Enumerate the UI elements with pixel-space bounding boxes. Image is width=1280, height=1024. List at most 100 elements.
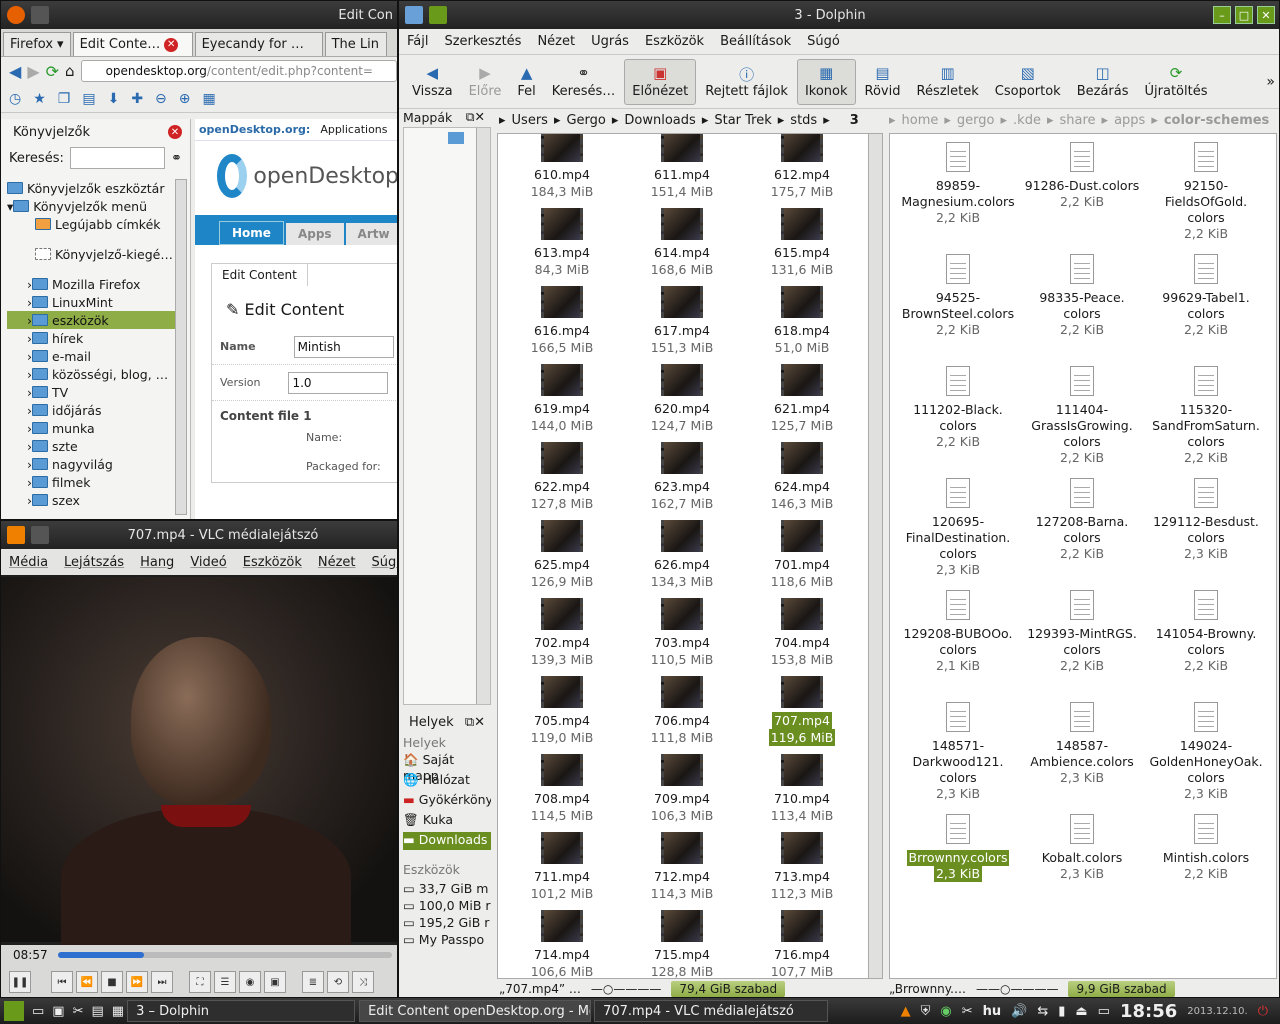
zoom-slider[interactable]: —○———— [591,982,661,996]
tree-item[interactable]: › e-mail [7,347,175,365]
nav-artwork[interactable]: Artw [345,223,397,245]
groups-button[interactable]: ▧ Csoportok [988,59,1068,105]
color-scheme-file-item[interactable]: 111404- GrassIsGrowing. colors 2,2 KiB [1020,366,1144,478]
video-file-item[interactable]: 704.mp4 153,8 MiB [742,598,862,676]
left-file-view[interactable]: 610.mp4 184,3 MiB 611.mp4 151,4 MiB 612.mp4 1… [497,133,883,979]
color-scheme-file-item[interactable]: Mintish.colors 2,2 KiB [1144,814,1268,926]
next-icon[interactable]: ⏭ [151,971,173,993]
video-file-item[interactable]: 702.mp4 139,3 MiB [502,598,622,676]
tools-icon[interactable]: ✂ [73,1004,84,1019]
menu-settings[interactable]: Beállítások [712,34,799,49]
tree-item[interactable]: › LinuxMint [7,293,175,311]
tab-the-lin[interactable]: The Lin [324,32,387,56]
device-item[interactable]: ▭ 33,7 GiB m [403,881,491,896]
tree-item-selected[interactable]: › eszközök [7,311,175,329]
color-scheme-file-item[interactable]: 149024- GoldenHoneyOak. colors 2,3 KiB [1144,702,1268,814]
video-file-item[interactable]: 617.mp4 151,3 MiB [622,286,742,364]
color-scheme-file-item[interactable]: 115320- SandFromSaturn. colors 2,2 KiB [1144,366,1268,478]
tree-item[interactable]: › szte [7,437,175,455]
update-icon[interactable]: ◉ [940,1004,951,1019]
color-scheme-file-item[interactable]: Brrownny.colors 2,3 KiB [896,814,1020,926]
video-file-item[interactable]: 624.mp4 146,3 MiB [742,442,862,520]
clock-time[interactable]: 18:56 [1120,1001,1177,1022]
video-file-item[interactable]: 707.mp4 119,6 MiB [742,676,862,754]
binoculars-icon[interactable]: ⚭ [171,151,182,166]
video-file-item[interactable]: 709.mp4 106,3 MiB [622,754,742,832]
zoom-out-icon[interactable]: ⊖ [155,91,167,107]
grid-icon[interactable]: ▦ [203,91,216,107]
menu-audio[interactable]: Hang [132,555,182,570]
device-item[interactable]: ▭ My Passpo [403,932,491,947]
calculator-icon[interactable]: ▦ [112,1004,124,1019]
video-file-item[interactable]: 626.mp4 134,3 MiB [622,520,742,598]
color-scheme-file-item[interactable]: 89859- Magnesium.colors 2,2 KiB [896,142,1020,254]
battery-icon[interactable]: ▮ [1058,1004,1065,1019]
crumb[interactable]: .kde [1013,113,1041,128]
panel-float-icon[interactable]: ⧉✕ [465,715,485,730]
place-root[interactable]: ▬ Gyökérköny [403,792,491,810]
task-vlc[interactable]: 707.mp4 - VLC médialejátszó [594,1000,829,1022]
color-scheme-file-item[interactable]: 129208-BUBOOo. colors 2,1 KiB [896,590,1020,702]
menu-media[interactable]: Média [1,555,56,570]
tree-item[interactable]: › hírek [7,329,175,347]
menu-view[interactable]: Nézet [310,555,364,570]
video-file-item[interactable]: 705.mp4 119,0 MiB [502,676,622,754]
network-icon[interactable]: ⇆ [1037,1004,1048,1019]
search-button[interactable]: ⚭ Keresés… [545,59,622,105]
crumb[interactable]: stds [790,113,817,128]
video-file-item[interactable]: 612.mp4 175,7 MiB [742,134,862,208]
color-scheme-file-item[interactable]: 98335-Peace. colors 2,2 KiB [1020,254,1144,366]
search-input[interactable] [69,147,166,169]
tree-item[interactable]: ▾ Könyvjelzők menü [7,197,175,215]
icons-view-button[interactable]: ▦ Ikonok [796,58,856,105]
place-home[interactable]: 🏠 Saját mapp [403,752,491,783]
crumb[interactable]: apps [1114,113,1145,128]
maximize-icon[interactable]: □ [1235,6,1253,24]
crumb[interactable]: Downloads [624,113,695,128]
compact-view-button[interactable]: ▤ Rövid [858,59,908,105]
details-view-button[interactable]: ▥ Részletek [910,59,986,105]
loop-icon[interactable]: ⟲ [327,971,349,993]
video-file-item[interactable]: 708.mp4 114,5 MiB [502,754,622,832]
menu-playback[interactable]: Lejátszás [56,555,132,570]
menu-tools[interactable]: Eszközök [637,34,712,49]
crumb[interactable]: share [1059,113,1095,128]
pin-icon[interactable] [31,526,49,544]
video-file-item[interactable]: 614.mp4 168,6 MiB [622,208,742,286]
tree-item[interactable]: › munka [7,419,175,437]
device-item[interactable]: ▭ 195,2 GiB r [403,915,491,930]
clipboard-icon[interactable]: ✂ [962,1004,973,1019]
eject-icon[interactable]: ⏏ [1075,1004,1087,1019]
nav-apps[interactable]: Apps [285,223,344,245]
video-file-item[interactable]: 620.mp4 124,7 MiB [622,364,742,442]
color-scheme-file-item[interactable]: 127208-Barna. colors 2,2 KiB [1020,478,1144,590]
forward-button[interactable]: ▶ Előre [462,59,509,105]
video-file-item[interactable]: 711.mp4 101,2 MiB [502,832,622,910]
close-sidebar-icon[interactable]: ✕ [168,125,182,139]
video-file-item[interactable]: 713.mp4 112,3 MiB [742,832,862,910]
tree-item[interactable]: Legújabb címkék [7,215,175,233]
crumb[interactable]: home [902,113,939,128]
rewind-icon[interactable]: ⏪ [76,971,98,993]
package-icon[interactable]: ▣ [52,1004,64,1019]
keyboard-layout[interactable]: hu [983,1004,1002,1019]
video-file-item[interactable]: 712.mp4 114,3 MiB [622,832,742,910]
menu-file[interactable]: Fájl [399,34,436,49]
copy-icon[interactable]: ❐ [58,91,71,107]
crumb[interactable]: gergo [957,113,995,128]
version-field[interactable]: 1.0 [288,371,389,394]
name-field[interactable]: Mintish [293,335,394,358]
menu-go[interactable]: Ugrás [583,34,637,49]
paste-icon[interactable]: ▤ [82,91,95,107]
stop-icon[interactable]: ■ [101,971,123,993]
menu-launcher-icon[interactable] [4,1001,24,1021]
hidden-files-button[interactable]: ⓘ Rejtett fájlok [698,59,795,105]
bookmarks-icon[interactable]: ★ [33,91,46,107]
minimize-icon[interactable]: – [1213,6,1231,24]
video-file-item[interactable]: 619.mp4 144,0 MiB [502,364,622,442]
color-scheme-file-item[interactable]: Kobalt.colors 2,3 KiB [1020,814,1144,926]
tree-item[interactable]: › időjárás [7,401,175,419]
site-name[interactable]: openDesktop.org: [199,123,310,136]
tree-item[interactable]: › TV [7,383,175,401]
forward-icon[interactable]: ⏩ [126,971,148,993]
